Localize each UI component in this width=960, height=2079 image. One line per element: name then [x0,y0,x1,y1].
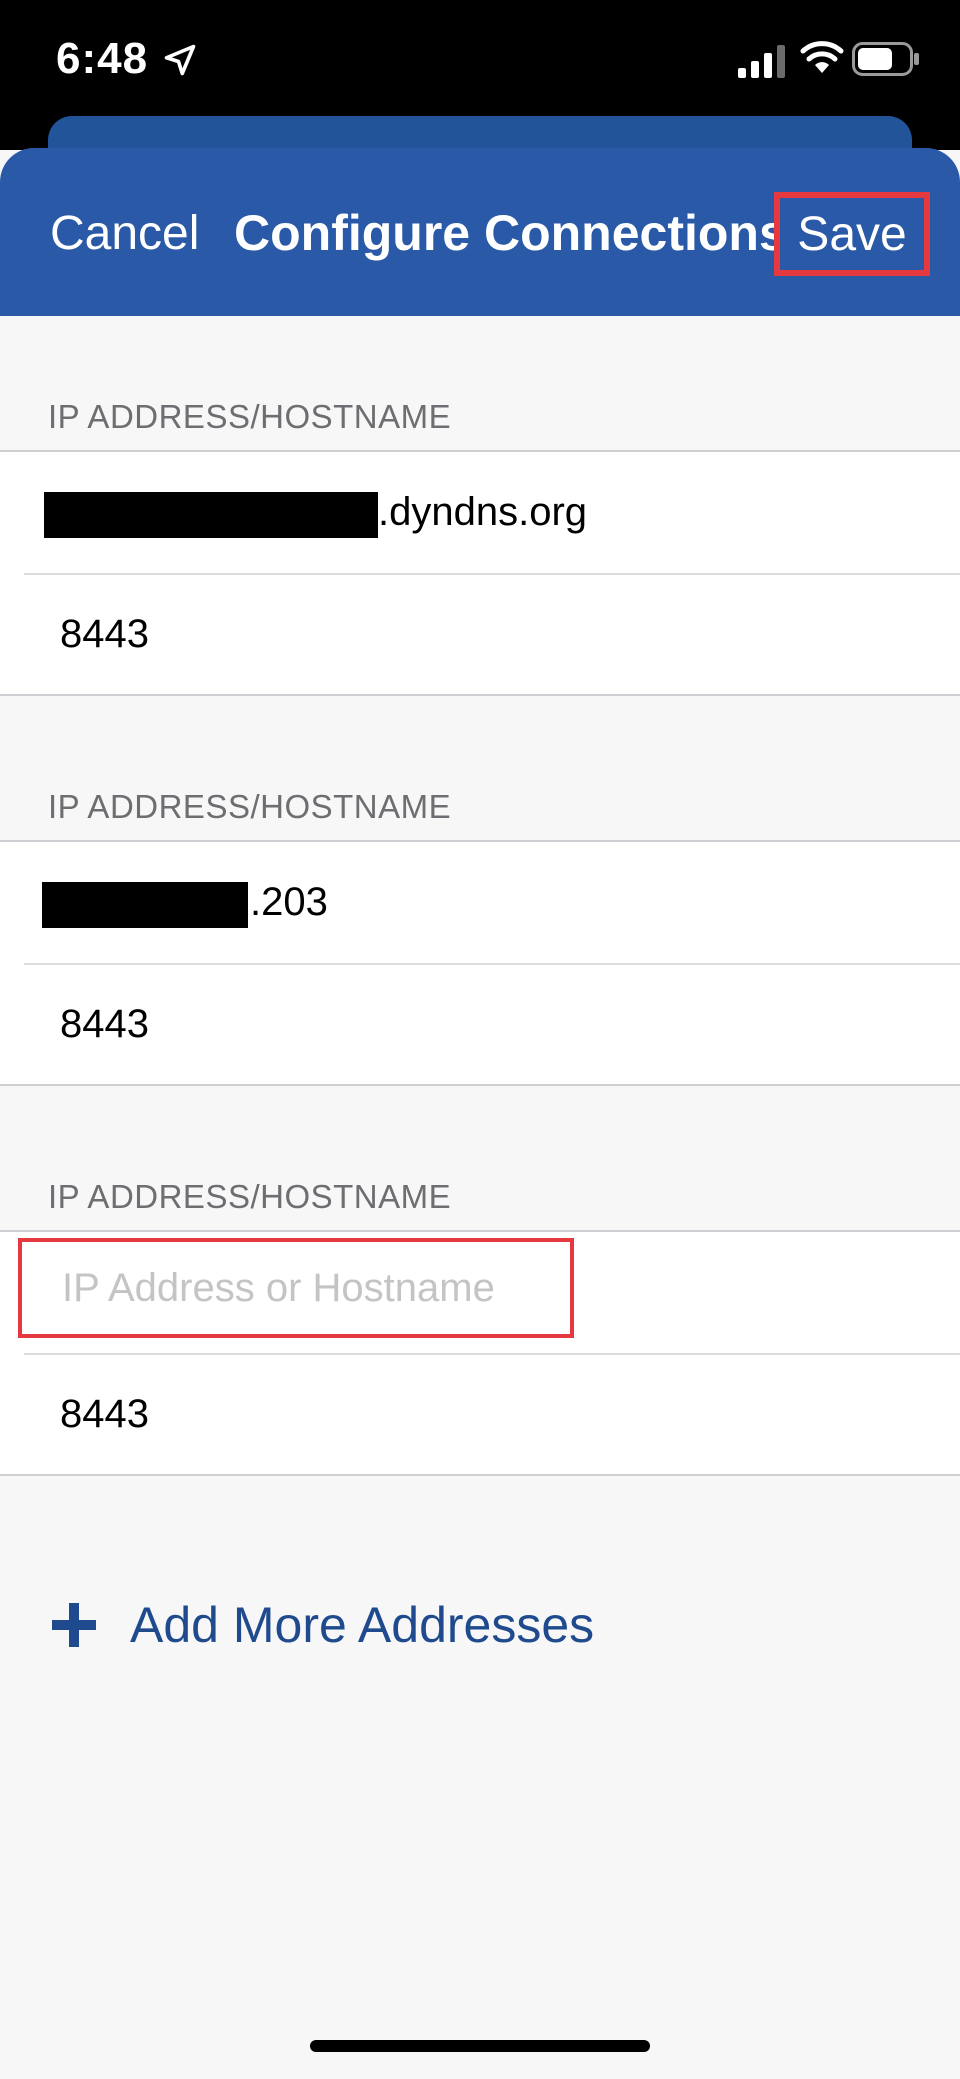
battery-icon [852,42,919,76]
section-header-connection-1: IP ADDRESS/HOSTNAME [48,398,452,435]
section-header-connection-2: IP ADDRESS/HOSTNAME [48,788,452,825]
add-more-label: Add More Addresses [130,1597,595,1653]
connection-group-2: .203 8443 [0,840,960,1086]
connection-group-1: .dyndns.org 8443 [0,450,960,696]
add-more-addresses-button[interactable]: Add More Addresses [50,1590,594,1660]
host-input[interactable] [18,1238,574,1338]
section-header-connection-3: IP ADDRESS/HOSTNAME [48,1178,452,1215]
redaction-bar [42,882,248,928]
navigation-bar: Cancel Configure Connections Save [0,148,960,316]
save-button[interactable]: Save [774,192,930,276]
location-arrow-icon [164,44,196,76]
cellular-signal-icon [738,45,785,78]
host-row-3 [0,1232,960,1355]
redaction-bar [44,492,378,538]
host-suffix: .203 [250,880,328,924]
home-indicator [310,2040,650,2052]
cancel-button[interactable]: Cancel [50,206,199,261]
plus-icon [52,1603,96,1647]
port-value: 8443 [60,1392,149,1436]
port-field-3[interactable]: 8443 [0,1354,960,1476]
port-value: 8443 [60,612,149,656]
port-value: 8443 [60,1002,149,1046]
status-time: 6:48 [56,34,149,83]
connection-group-3: 8443 [0,1230,960,1476]
host-field-1[interactable]: .dyndns.org [0,452,960,575]
host-field-2[interactable]: .203 [0,842,960,965]
host-suffix: .dyndns.org [378,490,588,534]
page-title: Configure Connections [234,205,776,261]
port-field-1[interactable]: 8443 [0,574,960,696]
port-field-2[interactable]: 8443 [0,964,960,1086]
wifi-icon [800,41,844,73]
